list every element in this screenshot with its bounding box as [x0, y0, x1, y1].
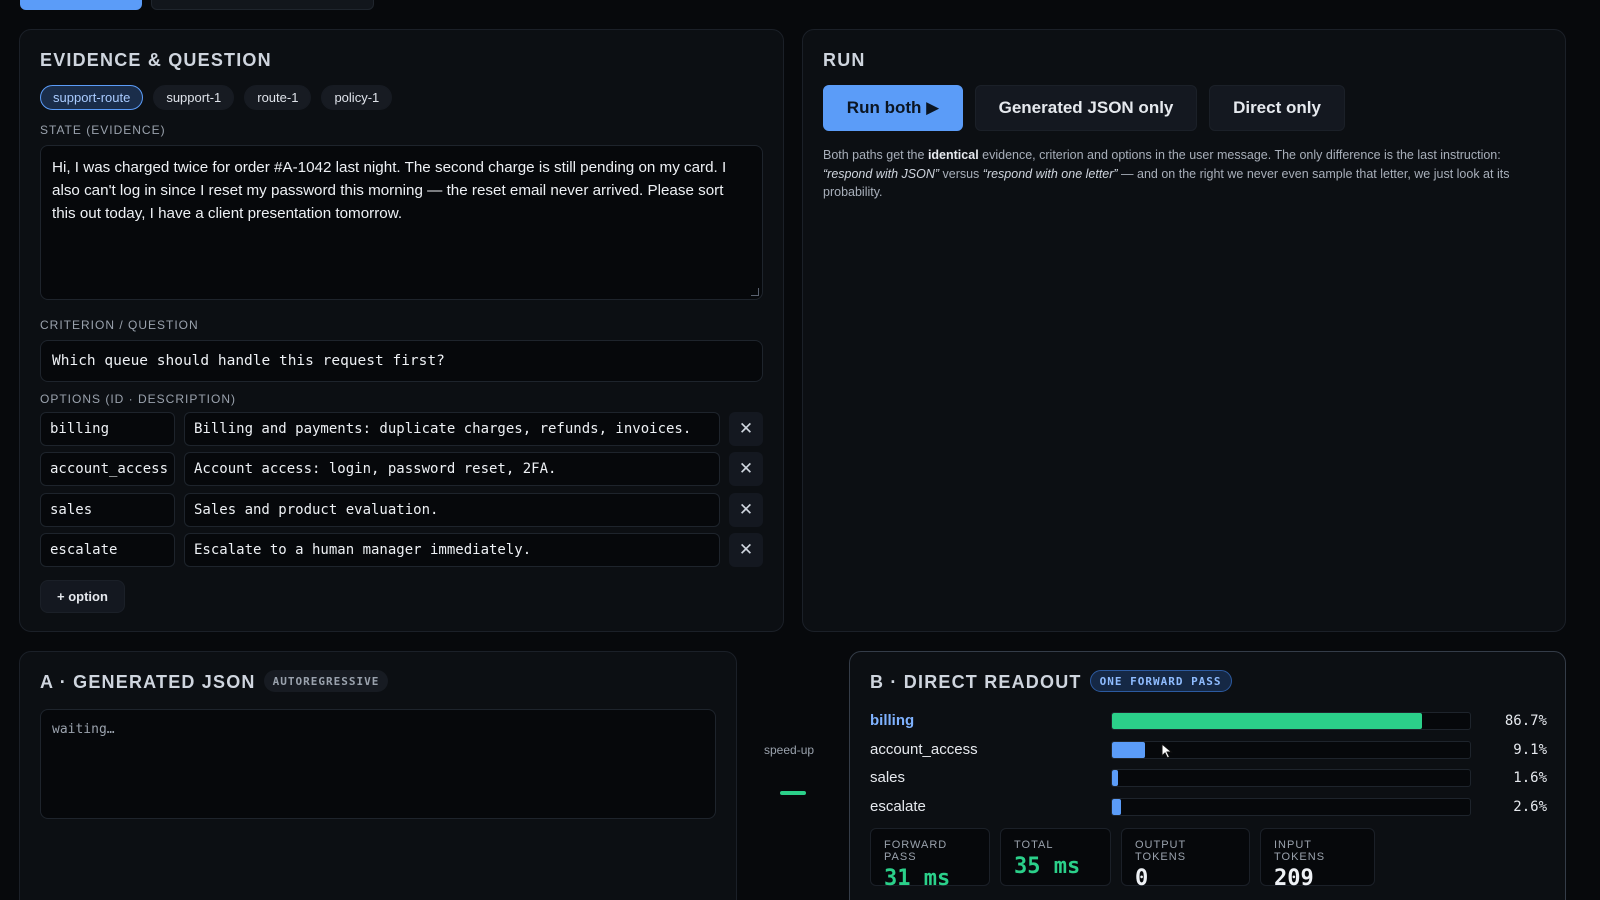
close-icon: ✕ [738, 540, 754, 559]
generated-json-output: waiting… [40, 709, 716, 819]
option-delete-button[interactable]: ✕ [729, 452, 763, 486]
probability-fill [1112, 742, 1145, 758]
probability-row: billing 86.7% [870, 710, 1547, 732]
probability-label: escalate [870, 798, 926, 815]
option-delete-button[interactable]: ✕ [729, 493, 763, 527]
stat-forward-pass: FORWARD PASS 31 ms [870, 828, 990, 891]
top-tab-active[interactable] [20, 0, 142, 10]
question-text: Which queue should handle this request f… [52, 353, 445, 369]
run-button-group: Run both ▶ Generated JSON only Direct on… [823, 85, 1345, 131]
run-panel: RUN Run both ▶ Generated JSON only Direc… [802, 29, 1566, 632]
probability-track [1111, 769, 1471, 787]
preset-chips: support-route support-1 route-1 policy-1 [40, 85, 393, 110]
add-option-button[interactable]: + option [40, 580, 125, 613]
speedup-label: speed-up [764, 743, 815, 757]
probability-row: account_access 9.1% [870, 739, 1547, 761]
chip-policy-1[interactable]: policy-1 [321, 85, 393, 110]
direct-readout-panel: B · DIRECT READOUT ONE FORWARD PASS billi… [849, 651, 1566, 900]
generated-json-panel: A · GENERATED JSON AUTOREGRESSIVE waiting… [19, 651, 737, 900]
run-both-button[interactable]: Run both ▶ [823, 85, 963, 131]
state-text: Hi, I was charged twice for order #A-104… [52, 159, 727, 222]
option-row: billing Billing and payments: duplicate … [40, 412, 763, 446]
option-desc-input[interactable]: Account access: login, password reset, 2… [184, 452, 720, 486]
options-label: OPTIONS (ID · DESCRIPTION) [40, 392, 237, 406]
autoregressive-badge: AUTOREGRESSIVE [263, 670, 389, 693]
stats-row: FORWARD PASS 31 ms TOTAL 35 ms OUTPUT TO… [870, 828, 1375, 891]
option-id-input[interactable]: account_access [40, 452, 175, 486]
probability-label: billing [870, 712, 915, 729]
question-input[interactable]: Which queue should handle this request f… [40, 340, 763, 382]
run-description: Both paths get the identical evidence, c… [823, 148, 1510, 199]
option-id-input[interactable]: sales [40, 493, 175, 527]
chip-support-1[interactable]: support-1 [153, 85, 235, 110]
question-label: CRITERION / QUESTION [40, 318, 199, 332]
generated-json-title: A · GENERATED JSON AUTOREGRESSIVE [40, 670, 389, 694]
resize-grip-icon[interactable] [751, 288, 759, 296]
option-row: sales Sales and product evaluation. ✕ [40, 493, 763, 527]
stat-total: TOTAL 35 ms [1000, 828, 1111, 886]
probability-value: 2.6% [1513, 799, 1547, 815]
evidence-title: EVIDENCE & QUESTION [40, 50, 272, 70]
top-tab-inactive[interactable] [151, 0, 374, 10]
option-id-input[interactable]: billing [40, 412, 175, 446]
probability-value: 86.7% [1504, 713, 1547, 729]
close-icon: ✕ [738, 500, 754, 519]
probability-value: 1.6% [1513, 770, 1547, 786]
close-icon: ✕ [738, 419, 754, 438]
option-desc-input[interactable]: Escalate to a human manager immediately. [184, 533, 720, 567]
evidence-panel: EVIDENCE & QUESTION support-route suppor… [19, 29, 784, 632]
stat-output-tokens: OUTPUT TOKENS 0 [1121, 828, 1250, 891]
stat-input-tokens: INPUT TOKENS 209 [1260, 828, 1375, 891]
run-title: RUN [823, 50, 866, 70]
chip-route-1[interactable]: route-1 [244, 85, 312, 110]
option-delete-button[interactable]: ✕ [729, 533, 763, 567]
state-textarea[interactable]: Hi, I was charged twice for order #A-104… [40, 145, 763, 300]
option-desc-input[interactable]: Billing and payments: duplicate charges,… [184, 412, 720, 446]
speedup-indicator [780, 791, 806, 795]
probability-fill [1112, 799, 1122, 815]
state-label: STATE (EVIDENCE) [40, 123, 166, 137]
probability-row: sales 1.6% [870, 767, 1547, 789]
probability-track [1111, 712, 1471, 730]
probability-value: 9.1% [1513, 742, 1547, 758]
direct-only-button[interactable]: Direct only [1209, 85, 1345, 131]
probability-label: sales [870, 769, 906, 786]
forward-pass-badge: ONE FORWARD PASS [1089, 670, 1232, 693]
probability-track [1111, 798, 1471, 816]
mouse-cursor-icon [1161, 743, 1173, 759]
option-delete-button[interactable]: ✕ [729, 412, 763, 446]
option-row: account_access Account access: login, pa… [40, 452, 763, 486]
probability-label: account_access [870, 741, 978, 758]
option-desc-input[interactable]: Sales and product evaluation. [184, 493, 720, 527]
probability-fill [1112, 713, 1423, 729]
probability-row: escalate 2.6% [870, 796, 1547, 818]
option-id-input[interactable]: escalate [40, 533, 175, 567]
direct-readout-title: B · DIRECT READOUT ONE FORWARD PASS [870, 670, 1232, 694]
chip-support-route[interactable]: support-route [40, 85, 144, 110]
close-icon: ✕ [738, 459, 754, 478]
option-row: escalate Escalate to a human manager imm… [40, 533, 763, 567]
json-only-button[interactable]: Generated JSON only [975, 85, 1197, 131]
probability-fill [1112, 770, 1118, 786]
